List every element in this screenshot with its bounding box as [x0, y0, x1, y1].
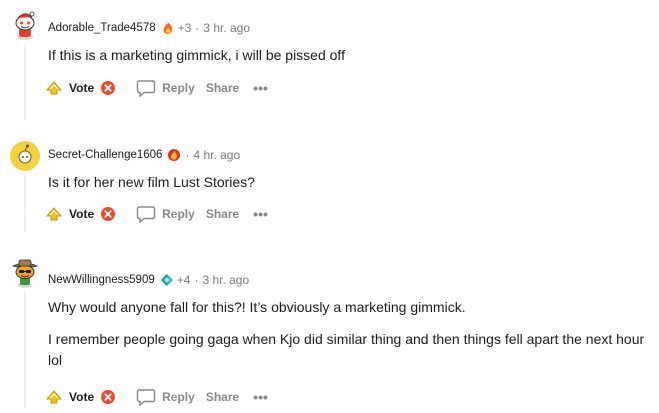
comment-1: Adorable_Trade4578 +3 · 3 hr. ago If thi… — [0, 0, 659, 130]
share-label: Share — [205, 390, 240, 404]
yellow-snoo-avatar-icon — [10, 141, 40, 171]
diamond-award-icon — [160, 273, 174, 287]
reply-label: Reply — [162, 390, 195, 404]
reply-button[interactable]: Reply — [136, 79, 195, 97]
thread-line[interactable] — [24, 291, 26, 409]
thread-line[interactable] — [24, 175, 26, 233]
speech-bubble-icon — [136, 80, 156, 97]
upvote-arrow-icon[interactable] — [44, 206, 64, 222]
share-label: Share — [205, 81, 240, 95]
timestamp[interactable]: 3 hr. ago — [202, 273, 249, 287]
comment-meta: Adorable_Trade4578 +3 · 3 hr. ago — [48, 19, 250, 37]
comment-actions: Vote Reply Share ••• — [44, 76, 268, 100]
username[interactable]: Adorable_Trade4578 — [48, 22, 156, 34]
vote-label: Vote — [69, 207, 95, 221]
reply-label: Reply — [162, 207, 195, 221]
speech-bubble-icon — [136, 389, 156, 406]
award-count: +3 — [177, 21, 192, 35]
downvote-icon[interactable] — [100, 206, 116, 222]
flame-award-icon — [167, 148, 181, 162]
comment-body: Is it for her new film Lust Stories? — [48, 172, 654, 193]
vote-group: Vote — [44, 206, 116, 222]
share-button[interactable]: Share — [206, 390, 239, 404]
comment-actions: Vote Reply Share ••• — [44, 202, 268, 226]
comment-body: Why would anyone fall for this?! It’s ob… — [48, 297, 654, 371]
more-options-button[interactable]: ••• — [253, 389, 268, 405]
separator-dot: · — [185, 148, 190, 162]
comment-actions: Vote Reply Share ••• — [44, 385, 268, 409]
comment-3: NewWillingness5909 +4 · 3 hr. ago Why wo… — [0, 245, 659, 413]
avatar[interactable] — [10, 141, 40, 171]
downvote-icon[interactable] — [100, 80, 116, 96]
more-options-button[interactable]: ••• — [253, 206, 268, 222]
share-button[interactable]: Share — [206, 207, 239, 221]
reply-label: Reply — [162, 81, 195, 95]
separator-dot: · — [194, 273, 199, 287]
username[interactable]: NewWillingness5909 — [48, 274, 155, 286]
share-label: Share — [205, 207, 240, 221]
comment-paragraph: Why would anyone fall for this?! It’s ob… — [48, 299, 466, 315]
reply-button[interactable]: Reply — [136, 205, 195, 223]
vote-group: Vote — [44, 389, 116, 405]
avatar[interactable] — [10, 258, 40, 288]
more-options-button[interactable]: ••• — [253, 80, 268, 96]
username[interactable]: Secret-Challenge1606 — [48, 149, 162, 161]
timestamp[interactable]: 3 hr. ago — [203, 21, 250, 35]
vote-label: Vote — [69, 81, 95, 95]
vote-group: Vote — [44, 80, 116, 96]
avatar[interactable] — [10, 10, 40, 40]
comment-body: If this is a marketing gimmick, i will b… — [48, 45, 654, 66]
separator-dot: · — [195, 21, 200, 35]
comment-meta: Secret-Challenge1606 · 4 hr. ago — [48, 146, 240, 164]
upvote-arrow-icon[interactable] — [44, 80, 64, 96]
downvote-icon[interactable] — [100, 389, 116, 405]
thread-line[interactable] — [24, 44, 26, 120]
comment-paragraph: If this is a marketing gimmick, i will b… — [48, 47, 345, 63]
fire-award-icon — [161, 21, 175, 35]
share-button[interactable]: Share — [206, 81, 239, 95]
comment-2: Secret-Challenge1606 · 4 hr. ago Is it f… — [0, 130, 659, 245]
reply-button[interactable]: Reply — [136, 388, 195, 406]
timestamp[interactable]: 4 hr. ago — [193, 148, 240, 162]
speech-bubble-icon — [136, 206, 156, 223]
comment-paragraph: I remember people going gaga when Kjo di… — [48, 331, 645, 368]
vote-label: Vote — [69, 390, 95, 404]
comment-meta: NewWillingness5909 +4 · 3 hr. ago — [48, 271, 249, 289]
cowboy-snoo-avatar-icon — [11, 259, 39, 288]
snoo-avatar-icon — [15, 11, 35, 40]
award-count: +4 — [176, 273, 191, 287]
comment-paragraph: Is it for her new film Lust Stories? — [48, 174, 255, 190]
upvote-arrow-icon[interactable] — [44, 389, 64, 405]
